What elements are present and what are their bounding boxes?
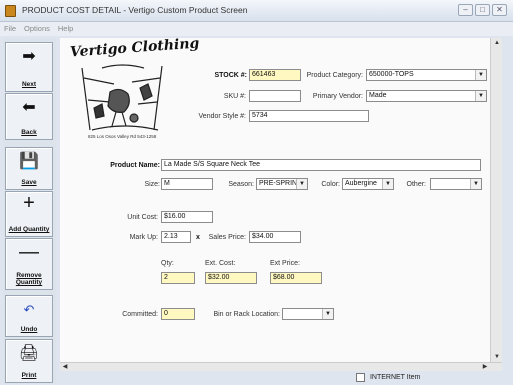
ext-cost-input[interactable]: $32.00 bbox=[205, 272, 257, 284]
undo-icon: ↶ bbox=[23, 302, 35, 317]
add-quantity-button[interactable]: + Add Quantity bbox=[5, 191, 53, 237]
chevron-down-icon: ▼ bbox=[475, 70, 486, 80]
season-select[interactable]: PRE-SPRIN ▼ bbox=[256, 178, 308, 190]
color-label: Color: bbox=[321, 181, 340, 188]
multiply-symbol: x bbox=[196, 234, 200, 241]
status-bar: INTERNET Item bbox=[60, 371, 502, 385]
primary-vendor-label: Primary Vendor: bbox=[312, 93, 363, 100]
back-label: Back bbox=[21, 129, 37, 136]
stock-input[interactable]: 661463 bbox=[249, 69, 301, 81]
remove-quantity-label: Remove Quantity bbox=[15, 272, 43, 286]
save-label: Save bbox=[21, 179, 37, 186]
logo-subtitle: 825 Los Osos Valley Rd 543-1258 bbox=[88, 134, 157, 139]
sales-price-label: Sales Price: bbox=[208, 234, 246, 241]
logo-illustration bbox=[81, 64, 163, 131]
print-button[interactable]: 🖨 Print bbox=[5, 339, 53, 383]
arrow-left-icon: ⬅ bbox=[22, 99, 36, 116]
color-value: Aubergine bbox=[345, 180, 377, 187]
color-select[interactable]: Aubergine ▼ bbox=[342, 178, 394, 190]
printer-icon: 🖨 bbox=[18, 345, 40, 362]
chevron-down-icon: ▼ bbox=[475, 91, 486, 101]
committed-label: Committed: bbox=[122, 311, 158, 318]
other-select[interactable]: ▼ bbox=[430, 178, 482, 190]
product-name-label: Product Name: bbox=[110, 162, 160, 169]
product-name-input[interactable]: La Made S/S Square Neck Tee bbox=[161, 159, 481, 171]
menu-help[interactable]: Help bbox=[58, 22, 73, 36]
primary-vendor-value: Made bbox=[369, 92, 387, 99]
minimize-button[interactable]: – bbox=[458, 4, 473, 16]
undo-button[interactable]: ↶ Undo bbox=[5, 295, 53, 337]
vendor-style-input[interactable]: 5734 bbox=[249, 110, 369, 122]
title-bar: PRODUCT COST DETAIL - Vertigo Custom Pro… bbox=[0, 0, 513, 22]
window-controls: – □ ✕ bbox=[458, 4, 507, 16]
primary-vendor-select[interactable]: Made ▼ bbox=[366, 90, 487, 102]
bin-location-select[interactable]: ▼ bbox=[282, 308, 334, 320]
qty-input[interactable]: 2 bbox=[161, 272, 195, 284]
unit-cost-label: Unit Cost: bbox=[127, 214, 158, 221]
sku-input[interactable] bbox=[249, 90, 301, 102]
vertical-scrollbar[interactable]: ▲ ▼ bbox=[490, 38, 502, 362]
horizontal-scrollbar[interactable]: ◀ ▶ bbox=[60, 362, 502, 371]
season-label: Season: bbox=[228, 181, 254, 188]
product-category-select[interactable]: 650000-TOPS ▼ bbox=[366, 69, 487, 81]
print-label: Print bbox=[21, 372, 37, 379]
sales-price-input[interactable]: $34.00 bbox=[249, 231, 301, 243]
internet-item-checkbox[interactable] bbox=[356, 373, 365, 382]
menu-options[interactable]: Options bbox=[24, 22, 50, 36]
window-title: PRODUCT COST DETAIL - Vertigo Custom Pro… bbox=[22, 5, 248, 15]
app-icon bbox=[5, 5, 16, 17]
vendor-style-label: Vendor Style #: bbox=[198, 113, 246, 120]
company-logo: Vertigo Clothing 825 Los Osos Valley Rd … bbox=[62, 38, 200, 142]
menu-file[interactable]: File bbox=[4, 22, 16, 36]
maximize-button[interactable]: □ bbox=[475, 4, 490, 16]
minus-icon: — bbox=[19, 241, 39, 263]
product-form: Vertigo Clothing 825 Los Osos Valley Rd … bbox=[60, 38, 490, 362]
internet-item-label: INTERNET Item bbox=[369, 374, 421, 381]
ext-cost-label: Ext. Cost: bbox=[205, 260, 236, 267]
chevron-down-icon: ▼ bbox=[322, 309, 333, 319]
product-category-label: Product Category: bbox=[306, 72, 363, 79]
remove-quantity-button[interactable]: — Remove Quantity bbox=[5, 238, 53, 290]
markup-label: Mark Up: bbox=[129, 234, 158, 241]
next-label: Next bbox=[21, 81, 37, 88]
committed-input[interactable]: 0 bbox=[161, 308, 195, 320]
size-label: Size: bbox=[144, 181, 160, 188]
next-button[interactable]: ➡ Next bbox=[5, 42, 53, 92]
arrow-right-icon: ➡ bbox=[22, 48, 36, 65]
side-toolbar: ➡ Next ⬅ Back 💾 Save + Add Quantity — Re… bbox=[3, 38, 56, 384]
bin-location-label: Bin or Rack Location: bbox=[213, 311, 280, 318]
stock-label: STOCK #: bbox=[214, 72, 247, 79]
markup-input[interactable]: 2.13 bbox=[161, 231, 191, 243]
floppy-disk-icon: 💾 bbox=[19, 153, 39, 170]
close-button[interactable]: ✕ bbox=[492, 4, 507, 16]
plus-icon: + bbox=[23, 192, 35, 214]
size-input[interactable]: M bbox=[161, 178, 213, 190]
chevron-down-icon: ▼ bbox=[382, 179, 393, 189]
back-button[interactable]: ⬅ Back bbox=[5, 93, 53, 140]
internet-item-group: INTERNET Item bbox=[356, 373, 420, 382]
scroll-down-icon[interactable]: ▼ bbox=[491, 352, 503, 362]
other-label: Other: bbox=[406, 181, 426, 188]
sku-label: SKU #: bbox=[223, 93, 246, 100]
unit-cost-input[interactable]: $16.00 bbox=[161, 211, 213, 223]
ext-price-label: Ext Price: bbox=[270, 260, 300, 267]
chevron-down-icon: ▼ bbox=[296, 179, 307, 189]
season-value: PRE-SPRIN bbox=[259, 180, 298, 187]
qty-label: Qty: bbox=[161, 260, 174, 267]
menu-bar: File Options Help bbox=[0, 22, 513, 36]
save-button[interactable]: 💾 Save bbox=[5, 147, 53, 190]
product-category-value: 650000-TOPS bbox=[369, 71, 414, 78]
scroll-up-icon[interactable]: ▲ bbox=[491, 38, 503, 48]
ext-price-input[interactable]: $68.00 bbox=[270, 272, 322, 284]
undo-label: Undo bbox=[20, 326, 38, 333]
add-quantity-label: Add Quantity bbox=[8, 226, 50, 233]
chevron-down-icon: ▼ bbox=[470, 179, 481, 189]
